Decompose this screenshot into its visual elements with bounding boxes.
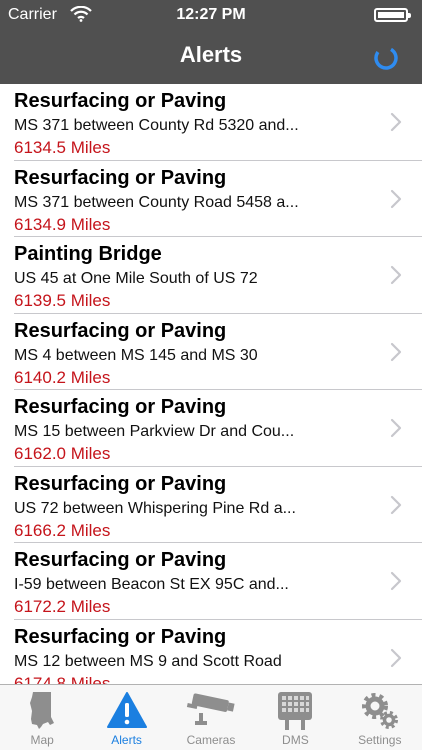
- alert-location: MS 4 between MS 145 and MS 30: [14, 346, 258, 364]
- alert-row[interactable]: Painting Bridge US 45 at One Mile South o…: [0, 237, 422, 314]
- alert-distance: 6134.9 Miles: [14, 214, 111, 234]
- tab-label: Settings: [358, 733, 402, 747]
- alert-row[interactable]: Resurfacing or Paving MS 371 between Coun…: [0, 84, 422, 161]
- alert-title: Resurfacing or Paving: [14, 549, 227, 571]
- alert-row[interactable]: Resurfacing or Paving MS 12 between MS 9 …: [0, 620, 422, 685]
- chevron-right-icon: [390, 265, 402, 285]
- status-bar: Carrier 12:27 PM: [0, 0, 422, 30]
- alert-location: I-59 between Beacon St EX 95C and...: [14, 576, 289, 593]
- page-title: Alerts: [179, 42, 243, 67]
- alert-location: US 45 at One Mile South of US 72: [14, 270, 258, 287]
- message-sign-icon: [278, 692, 313, 730]
- navigation-bar: Carrier 12:27 PM Alerts: [0, 0, 422, 84]
- tab-label: Map: [30, 733, 54, 747]
- alert-distance: 6172.2 Miles: [14, 597, 111, 616]
- tab-cameras[interactable]: Cameras: [169, 685, 253, 751]
- alert-location: US 72 between Whispering Pine Rd a...: [14, 499, 296, 517]
- alert-row[interactable]: Resurfacing or Paving MS 15 between Parkv…: [0, 390, 422, 467]
- chevron-right-icon: [390, 648, 402, 667]
- alerts-list: Resurfacing or Paving MS 371 between Coun…: [0, 84, 422, 684]
- chevron-right-icon: [390, 495, 402, 514]
- alert-title: Resurfacing or Paving: [14, 625, 227, 648]
- gears-icon: [361, 693, 398, 729]
- alert-row[interactable]: Resurfacing or Paving US 72 between Whisp…: [0, 467, 422, 543]
- alert-row[interactable]: Resurfacing or Paving MS 371 between Coun…: [0, 161, 422, 237]
- chevron-right-icon: [390, 112, 402, 132]
- alert-location: MS 371 between County Rd 5320 and...: [14, 117, 299, 134]
- alert-location: MS 371 between County Road 5458 a...: [14, 193, 299, 211]
- camera-icon: [186, 693, 235, 725]
- alert-distance: 6162.0 Miles: [14, 444, 111, 463]
- alert-distance: 6174.8 Miles: [14, 673, 111, 685]
- alert-location: MS 12 between MS 9 and Scott Road: [14, 652, 282, 670]
- alert-distance: 6166.2 Miles: [14, 520, 111, 540]
- tab-map[interactable]: Map: [0, 685, 84, 751]
- alert-distance: 6140.2 Miles: [14, 367, 111, 387]
- tab-label: Cameras: [186, 733, 236, 747]
- tab-bar: Map Alerts Cameras DMS Settings: [0, 684, 422, 750]
- alert-title: Resurfacing or Paving: [14, 319, 227, 342]
- alert-location: MS 15 between Parkview Dr and Cou...: [14, 423, 295, 440]
- alert-title: Painting Bridge: [14, 243, 162, 265]
- alert-title: Resurfacing or Paving: [14, 90, 227, 112]
- battery-icon: [374, 8, 411, 22]
- alert-row[interactable]: Resurfacing or Paving I-59 between Beacon…: [0, 543, 422, 620]
- tab-label: DMS: [282, 733, 309, 747]
- tab-dms[interactable]: DMS: [253, 685, 337, 751]
- refresh-spinner-icon[interactable]: [372, 44, 400, 72]
- alert-title: Resurfacing or Paving: [14, 166, 227, 189]
- tab-label: Alerts: [111, 733, 142, 747]
- alert-distance: 6134.5 Miles: [14, 138, 111, 157]
- alert-title: Resurfacing or Paving: [14, 472, 227, 495]
- chevron-right-icon: [390, 189, 402, 208]
- mississippi-map-icon: [30, 692, 55, 729]
- alert-distance: 6139.5 Miles: [14, 291, 111, 310]
- chevron-right-icon: [390, 418, 402, 438]
- warning-icon: [106, 692, 147, 728]
- chevron-right-icon: [390, 571, 402, 591]
- status-time: 12:27 PM: [176, 6, 246, 23]
- chevron-right-icon: [390, 342, 402, 361]
- alert-row[interactable]: Resurfacing or Paving MS 4 between MS 145…: [0, 314, 422, 390]
- alert-title: Resurfacing or Paving: [14, 396, 227, 418]
- tab-settings[interactable]: Settings: [338, 685, 422, 751]
- tab-alerts[interactable]: Alerts: [84, 685, 168, 751]
